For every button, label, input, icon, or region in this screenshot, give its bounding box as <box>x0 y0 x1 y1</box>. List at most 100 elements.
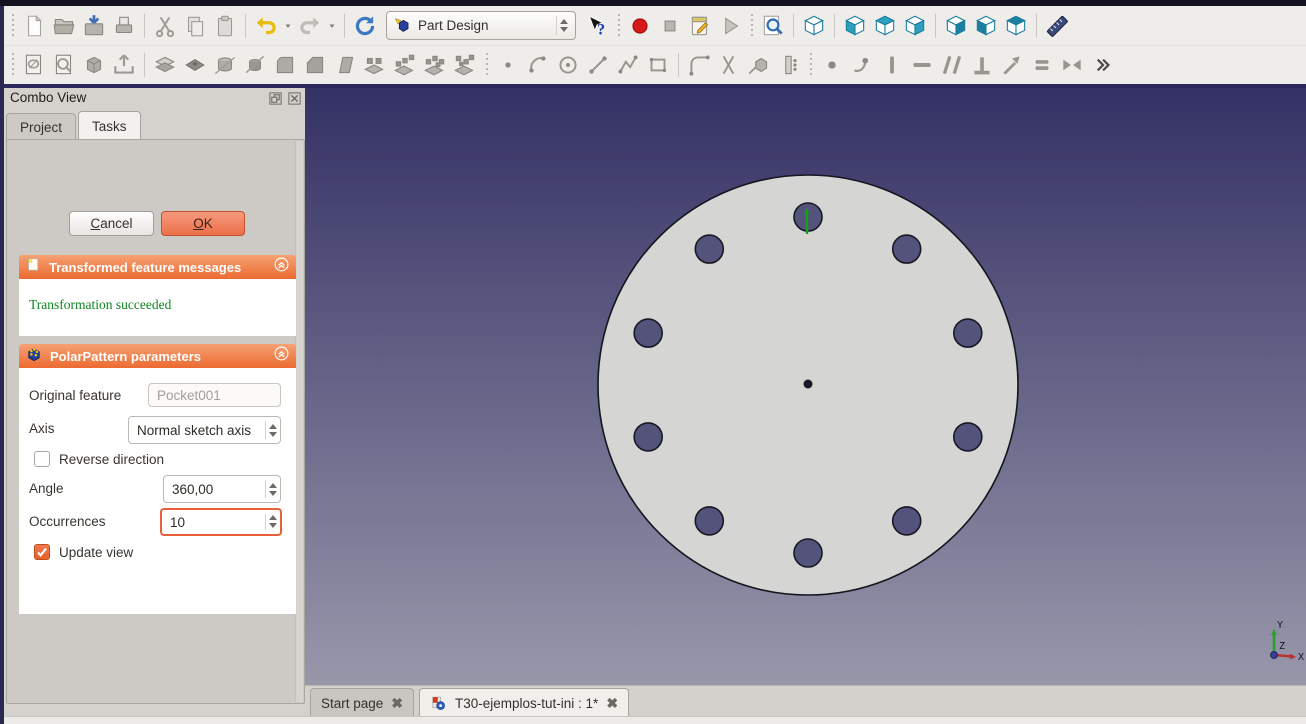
axis-select[interactable]: Normal sketch axis <box>128 416 281 444</box>
sketch-polyline-button[interactable] <box>613 49 643 81</box>
collapse-section-icon[interactable] <box>273 256 290 278</box>
toggle-construction-button[interactable] <box>774 49 804 81</box>
close-tab-icon[interactable]: ✖ <box>606 696 618 710</box>
sketch-trim-button[interactable] <box>714 49 744 81</box>
whats-this-button[interactable]: ? <box>582 10 612 42</box>
macro-edit-button[interactable] <box>685 10 715 42</box>
view-axonometric-button[interactable] <box>799 10 829 42</box>
constraint-vertical-button[interactable] <box>877 49 907 81</box>
sketch-arc-button[interactable] <box>523 49 553 81</box>
tab-project[interactable]: Project <box>6 113 76 140</box>
toolbar-drag-handle[interactable] <box>483 53 490 77</box>
pad-button[interactable] <box>150 49 180 81</box>
print-document-button[interactable] <box>109 10 139 42</box>
dropdown-arrow-icon[interactable] <box>325 10 339 42</box>
mirrored-button[interactable] <box>360 49 390 81</box>
sketch-circle-button[interactable] <box>553 49 583 81</box>
close-tab-icon[interactable]: ✖ <box>391 696 403 710</box>
copy-button[interactable] <box>180 10 210 42</box>
view-bottom-button[interactable] <box>971 10 1001 42</box>
constraint-parallel-button[interactable] <box>937 49 967 81</box>
polarpattern-parameters-header[interactable]: PolarPattern parameters <box>19 344 296 368</box>
collapse-section-icon[interactable] <box>273 345 290 367</box>
map-sketch-button[interactable] <box>79 49 109 81</box>
revolution-button[interactable] <box>210 49 240 81</box>
sketch-fillet-icon <box>686 52 712 78</box>
sketch-fillet-button[interactable] <box>684 49 714 81</box>
leave-sketch-button[interactable] <box>109 49 139 81</box>
combobox-arrows-icon[interactable] <box>556 16 571 35</box>
constraint-symmetric-button[interactable] <box>1057 49 1087 81</box>
ok-button[interactable]: OK <box>161 211 245 236</box>
constraint-perpendicular-button[interactable] <box>967 49 997 81</box>
constraint-point-on-object-button[interactable] <box>847 49 877 81</box>
constraint-equal-button[interactable] <box>1027 49 1057 81</box>
toolbar-drag-handle[interactable] <box>807 53 814 77</box>
toolbar-drag-handle[interactable] <box>9 53 16 77</box>
constraint-coincident-button[interactable] <box>817 49 847 81</box>
constraint-horizontal-button[interactable] <box>907 49 937 81</box>
view-front-button[interactable] <box>840 10 870 42</box>
toolbar-drag-handle[interactable] <box>748 14 755 38</box>
linear-pattern-button[interactable] <box>390 49 420 81</box>
fit-all-icon <box>760 13 786 39</box>
refresh-button[interactable] <box>350 10 380 42</box>
sketch-point-icon <box>495 52 521 78</box>
toolbar-overflow-button[interactable] <box>1087 49 1117 81</box>
redo-button[interactable] <box>295 10 325 42</box>
pocket-button[interactable] <box>180 49 210 81</box>
open-document-button[interactable] <box>49 10 79 42</box>
cancel-button[interactable]: Cancel <box>69 211 154 236</box>
measure-distance-button[interactable] <box>1042 10 1072 42</box>
edit-sketch-button[interactable] <box>49 49 79 81</box>
macro-record-button[interactable] <box>625 10 655 42</box>
freecad-window: Part Design? Combo View Project Tasks Ca… <box>0 0 1306 724</box>
dropdown-arrow-icon[interactable] <box>281 10 295 42</box>
cut-button[interactable] <box>150 10 180 42</box>
polar-pattern-button[interactable] <box>420 49 450 81</box>
occurrences-spinbox[interactable]: 10 <box>160 508 282 536</box>
view-right-button[interactable] <box>900 10 930 42</box>
toolbar-drag-handle[interactable] <box>615 14 622 38</box>
macro-play-button[interactable] <box>715 10 745 42</box>
dock-close-button[interactable] <box>287 91 302 106</box>
combobox-arrows-icon[interactable] <box>265 421 280 439</box>
document-tab-start-page[interactable]: Start page✖ <box>310 688 414 717</box>
tasks-scrollbar[interactable] <box>295 141 303 702</box>
document-tab-model[interactable]: T30-ejemplos-tut-ini : 1*✖ <box>419 688 629 717</box>
multitransform-button[interactable] <box>450 49 480 81</box>
external-geometry-button[interactable] <box>744 49 774 81</box>
view-rear-button[interactable] <box>941 10 971 42</box>
new-sketch-button[interactable] <box>19 49 49 81</box>
view-top-button[interactable] <box>870 10 900 42</box>
groove-button[interactable] <box>240 49 270 81</box>
new-document-button[interactable] <box>19 10 49 42</box>
toolbar-separator <box>834 14 835 38</box>
update-view-checkbox[interactable] <box>34 544 50 560</box>
toolbar-drag-handle[interactable] <box>9 14 16 38</box>
view-left-button[interactable] <box>1001 10 1031 42</box>
save-document-button[interactable] <box>79 10 109 42</box>
spinbox-arrows-icon[interactable] <box>265 514 280 531</box>
reverse-direction-checkbox[interactable] <box>34 451 50 467</box>
paste-button[interactable] <box>210 10 240 42</box>
dock-float-button[interactable] <box>268 91 283 106</box>
transformed-messages-header[interactable]: Transformed feature messages <box>19 255 296 279</box>
sketch-rectangle-button[interactable] <box>643 49 673 81</box>
constraint-tangent-button[interactable] <box>997 49 1027 81</box>
workbench-selector[interactable]: Part Design <box>386 11 576 40</box>
3d-viewport[interactable]: YZX <box>305 88 1306 685</box>
tab-tasks[interactable]: Tasks <box>78 111 141 140</box>
sketch-point-button[interactable] <box>493 49 523 81</box>
angle-spinbox[interactable]: 360,00 <box>163 475 281 503</box>
undo-button[interactable] <box>251 10 281 42</box>
fillet-button[interactable] <box>270 49 300 81</box>
toolbar-separator <box>1036 14 1037 38</box>
chamfer-button[interactable] <box>300 49 330 81</box>
spinbox-arrows-icon[interactable] <box>265 480 280 498</box>
macro-stop-button[interactable] <box>655 10 685 42</box>
sketch-line-button[interactable] <box>583 49 613 81</box>
draft-button[interactable] <box>330 49 360 81</box>
freecad-document-icon <box>430 695 447 712</box>
fit-all-button[interactable] <box>758 10 788 42</box>
